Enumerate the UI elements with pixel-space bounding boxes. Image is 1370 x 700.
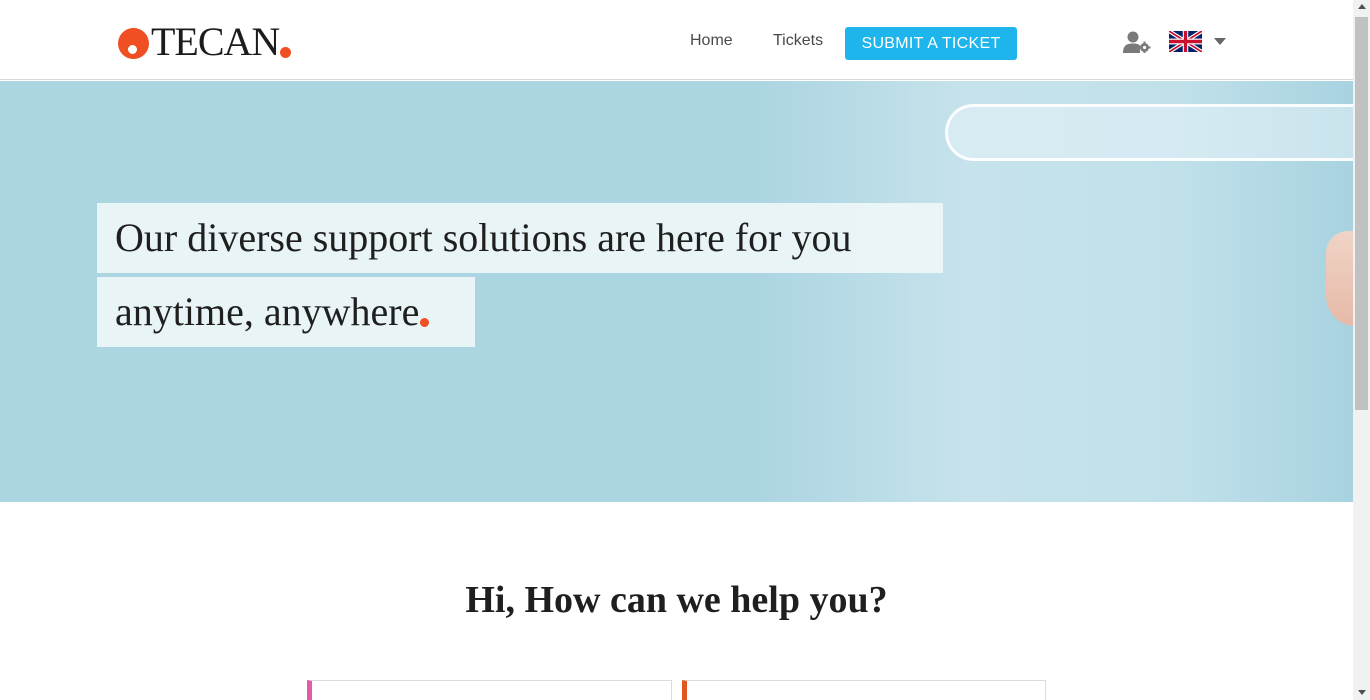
scrollbar-thumb[interactable] [1355,17,1368,410]
hero-headline-line-1: Our diverse support solutions are here f… [97,203,943,273]
logo-dot-icon [118,27,149,59]
language-dropdown-caret-icon[interactable] [1214,38,1226,45]
scroll-down-arrow-icon[interactable] [1358,690,1366,695]
scroll-up-arrow-icon[interactable] [1358,4,1366,9]
hero-headline-line-2: anytime, anywhere [97,277,475,347]
user-settings-icon[interactable] [1123,31,1151,53]
hero-headline-text-1: Our diverse support solutions are here f… [115,215,852,260]
uk-flag-icon[interactable] [1169,31,1202,52]
help-card[interactable] [307,680,672,700]
logo-period-icon [280,46,292,58]
orange-period-icon [420,318,430,327]
nav-tickets-link[interactable]: Tickets [773,32,823,50]
hero-banner: Our diverse support solutions are here f… [0,81,1353,502]
site-header: TECAN Home Tickets SUBMIT A TICKET [0,0,1353,80]
help-card[interactable] [682,680,1046,700]
page-scrollbar[interactable] [1353,0,1370,700]
help-heading: Hi, How can we help you? [465,579,888,621]
hero-headline-text-2: anytime, anywhere [115,289,420,334]
nav-home-link[interactable]: Home [690,32,733,50]
hero-search-pill-graphic [945,104,1353,161]
logo-text: TECAN [151,19,280,64]
tecan-logo[interactable]: TECAN [118,19,292,64]
hero-hand-graphic [1326,231,1353,326]
submit-ticket-button[interactable]: SUBMIT A TICKET [845,27,1017,60]
